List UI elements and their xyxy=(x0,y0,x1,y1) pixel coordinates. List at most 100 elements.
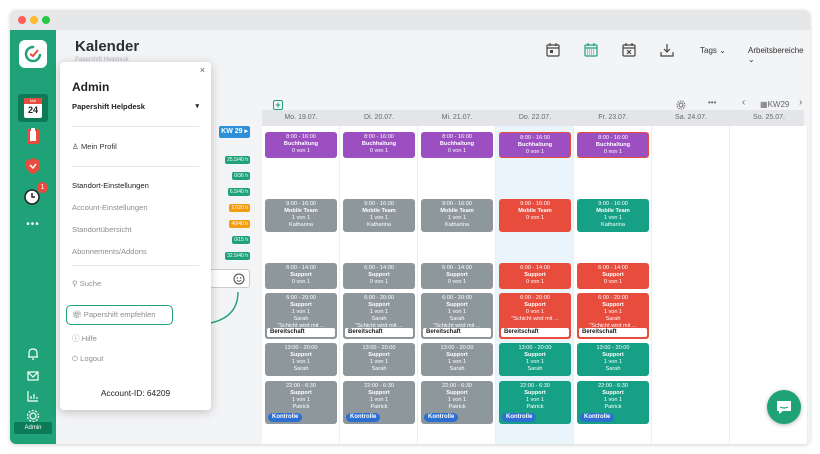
previous-week-button[interactable]: ‹ xyxy=(742,97,745,108)
more-options-icon[interactable]: ••• xyxy=(708,98,716,107)
shift-card[interactable]: 8:00 - 16:00 Buchhaltung 0 von 1 xyxy=(343,132,415,158)
add-shift-button[interactable]: + xyxy=(273,100,283,110)
user-icon: ♙ xyxy=(72,142,79,151)
shift-count: 1 von 1 xyxy=(447,309,467,315)
shift-card[interactable]: 6:00 - 20:00 Support 1 von 1 Sarah "Schicht … xyxy=(265,293,337,339)
day-header: Mo. 19.07. xyxy=(284,114,318,121)
shift-card[interactable]: 6:00 - 20:00 Support 1 von 1 Sarah "Schicht … xyxy=(421,293,493,339)
shift-card[interactable]: 13:00 - 20:00 Support 1 von 1 Sarah xyxy=(577,343,649,376)
areas-dropdown[interactable]: Arbeitsbereiche ⌄ xyxy=(748,46,810,64)
calendar-close-icon[interactable] xyxy=(621,42,637,58)
logout-link[interactable]: ⏻ Logout xyxy=(72,354,103,364)
shift-time: 6:00 - 14:00 xyxy=(520,265,550,271)
shift-card[interactable]: 6:00 - 14:00 Support 0 von 1 xyxy=(499,263,571,289)
shift-count: 0 von 1 xyxy=(525,309,545,315)
shift-name: Buchhaltung xyxy=(439,141,475,147)
shift-card[interactable]: 8:00 - 16:00 Buchhaltung 0 von 1 xyxy=(499,132,571,158)
sidebar-item-notifications[interactable] xyxy=(21,342,45,366)
shift-count: 0 von 1 xyxy=(291,279,311,285)
shift-card[interactable]: 8:00 - 16:00 Buchhaltung 0 von 1 xyxy=(577,132,649,158)
shift-card[interactable]: 6:00 - 20:00 Support 1 von 1 Sarah "Schicht … xyxy=(343,293,415,339)
shift-card[interactable]: 6:00 - 14:00 Support 0 von 1 xyxy=(421,263,493,289)
sidebar-item-timesheet[interactable] xyxy=(21,124,45,148)
shift-count: 0 von 1 xyxy=(603,279,623,285)
calendar-day: 24 xyxy=(27,105,38,115)
shift-card[interactable]: 22:00 - 6:30 Support 1 von 1 Patrick Kontrol… xyxy=(577,381,649,424)
shift-card[interactable]: 13:00 - 20:00 Support 1 von 1 Sarah xyxy=(265,343,337,376)
search-link[interactable]: ⚲ Suche xyxy=(72,279,101,288)
shift-card[interactable]: 22:00 - 6:30 Support 1 von 1 Patrick Kontrol… xyxy=(265,381,337,424)
shift-card[interactable]: 9:00 - 16:00 Mobile Team 0 von 1 xyxy=(499,199,571,232)
sidebar-item-time-tracking[interactable]: 1 xyxy=(21,182,48,208)
shift-card[interactable]: 6:00 - 14:00 Support 0 von 1 xyxy=(265,263,337,289)
company-selector[interactable]: Papershift Helpdesk ▾ xyxy=(72,102,199,111)
shift-card[interactable]: 6:00 - 14:00 Support 0 von 1 xyxy=(577,263,649,289)
shift-card[interactable]: 9:00 - 16:00 Mobile Team 1 von 1 Katharina xyxy=(421,199,493,232)
profile-link[interactable]: ♙ Mein Profil xyxy=(72,142,117,151)
shift-card[interactable]: 13:00 - 20:00 Support 1 von 1 Sarah xyxy=(421,343,493,376)
shift-name: Buchhaltung xyxy=(517,142,553,148)
shift-person: Patrick xyxy=(526,404,544,410)
shift-count: 1 von 1 xyxy=(291,359,311,365)
recommend-button[interactable]: 🎁︎ Papershift empfehlen xyxy=(66,305,173,325)
week-picker[interactable]: ▦KW29 xyxy=(760,100,789,109)
shift-card[interactable]: 6:00 - 20:00 Support 0 von 1 "Schicht wird … xyxy=(499,293,571,339)
divider xyxy=(72,265,199,266)
account-settings-link[interactable]: Account-Einstellungen xyxy=(72,203,148,212)
shift-time: 6:00 - 14:00 xyxy=(286,265,316,271)
day-header: Sa. 24.07. xyxy=(675,114,707,121)
settings-gear-icon[interactable] xyxy=(676,100,686,110)
shift-card[interactable]: 22:00 - 6:30 Support 1 von 1 Patrick Kontrol… xyxy=(421,381,493,424)
sidebar-item-calendar[interactable]: Mai 24 xyxy=(18,94,48,122)
next-week-button[interactable]: › xyxy=(799,97,802,108)
popup-title: Admin xyxy=(72,80,110,94)
control-tag: Kontrolle xyxy=(268,413,303,422)
shift-note: "Schicht wird mit ... xyxy=(511,316,559,322)
mail-icon xyxy=(27,371,39,381)
shift-card[interactable]: 8:00 - 16:00 Buchhaltung 0 von 1 xyxy=(421,132,493,158)
shift-count: 0 von 1 xyxy=(291,148,311,154)
chat-icon xyxy=(777,401,791,414)
shift-name: Buchhaltung xyxy=(361,141,397,147)
shift-name: Mobile Team xyxy=(596,208,630,214)
sidebar-admin-button[interactable]: Admin xyxy=(14,422,52,434)
shift-card[interactable]: 22:00 - 6:30 Support 1 von 1 Patrick Kontrol… xyxy=(499,381,571,424)
tags-dropdown[interactable]: Tags ⌄ xyxy=(700,46,726,55)
location-settings-link[interactable]: Standort-Einstellungen xyxy=(72,181,149,190)
location-overview-link[interactable]: Standortübersicht xyxy=(72,225,132,234)
control-tag: Kontrolle xyxy=(424,413,459,422)
help-link[interactable]: ⓘ Hilfe xyxy=(72,333,97,344)
shift-time: 9:00 - 16:00 xyxy=(364,201,394,207)
shift-card[interactable]: 13:00 - 20:00 Support 1 von 1 Sarah xyxy=(343,343,415,376)
papershift-logo-icon[interactable] xyxy=(19,40,47,68)
shift-card[interactable]: 9:00 - 16:00 Mobile Team 1 von 1 Katharina xyxy=(577,199,649,232)
minimize-window-button[interactable] xyxy=(30,16,38,24)
download-icon[interactable] xyxy=(659,42,675,58)
shift-card[interactable]: 8:00 - 16:00 Buchhaltung 0 von 1 xyxy=(265,132,337,158)
shift-name: Support xyxy=(524,352,546,358)
emoji-field[interactable] xyxy=(206,269,250,288)
close-window-button[interactable] xyxy=(18,16,26,24)
subscriptions-link[interactable]: Abonnements/Addons xyxy=(72,247,147,256)
shift-card[interactable]: 6:00 - 14:00 Support 0 von 1 xyxy=(343,263,415,289)
shift-time: 8:00 - 16:00 xyxy=(286,134,316,140)
standby-tag: Bereitschaft xyxy=(501,328,569,337)
sidebar-item-absences[interactable] xyxy=(21,154,45,178)
shift-card[interactable]: 22:00 - 6:30 Support 1 von 1 Patrick Kontrol… xyxy=(343,381,415,424)
shift-card[interactable]: 13:00 - 20:00 Support 1 von 1 Sarah xyxy=(499,343,571,376)
shift-card[interactable]: 6:00 - 20:00 Support 1 von 1 Sarah "Schicht … xyxy=(577,293,649,339)
sidebar-more-button[interactable]: ••• xyxy=(21,212,45,236)
shift-person: Patrick xyxy=(448,404,466,410)
shift-person: Sarah xyxy=(449,366,465,372)
shift-time: 8:00 - 16:00 xyxy=(520,135,550,141)
chat-button[interactable] xyxy=(767,390,801,424)
shift-card[interactable]: 9:00 - 16:00 Mobile Team 1 von 1 Katharina xyxy=(343,199,415,232)
calendar-week-view-icon[interactable] xyxy=(583,42,599,58)
close-popup-button[interactable]: × xyxy=(200,65,205,75)
shift-person: Patrick xyxy=(292,404,310,410)
shift-time: 13:00 - 20:00 xyxy=(284,345,318,351)
maximize-window-button[interactable] xyxy=(42,16,50,24)
day-column[interactable] xyxy=(652,126,730,444)
shift-card[interactable]: 9:00 - 16:00 Mobile Team 1 von 1 Katharina xyxy=(265,199,337,232)
calendar-day-view-icon[interactable] xyxy=(545,42,561,58)
